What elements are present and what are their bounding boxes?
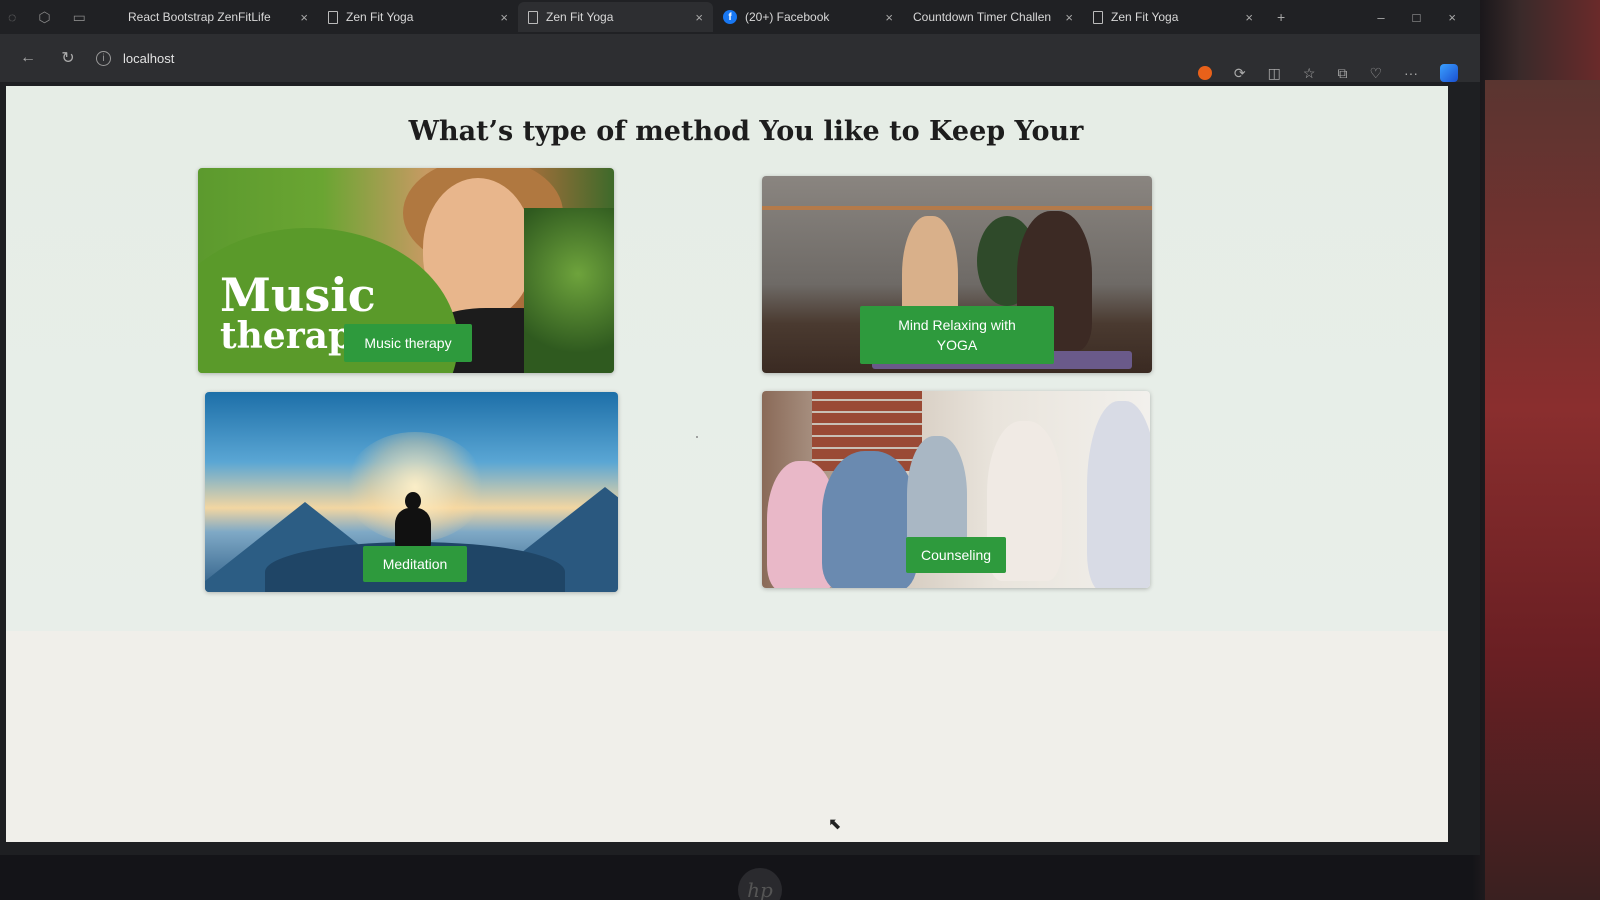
tab-strip: ◌ ⬡ ▭ React Bootstrap ZenFitLife × Zen F… [0, 0, 1480, 34]
meditation-card[interactable]: Meditation [205, 392, 618, 592]
refresh-extension-icon[interactable]: ⟳ [1234, 65, 1246, 82]
tab-countdown-timer[interactable]: Countdown Timer Challen × [903, 2, 1083, 32]
yoga-image-barre [762, 206, 1152, 210]
yoga-label[interactable]: Mind Relaxing with YOGA [860, 306, 1054, 364]
close-icon[interactable]: × [695, 10, 703, 25]
tab-title: Countdown Timer Challen [913, 10, 1052, 24]
close-icon[interactable]: × [1245, 10, 1253, 25]
music-therapy-label[interactable]: Music therapy [344, 324, 472, 362]
close-icon[interactable]: × [885, 10, 893, 25]
tab-zen-fit-yoga-2[interactable]: Zen Fit Yoga × [1083, 2, 1263, 32]
back-button[interactable]: ← [8, 49, 48, 67]
toolbar-actions: ⟳ ◫ ☆ ⧉ ♡ ··· [1197, 64, 1472, 82]
page-icon [528, 10, 538, 24]
music-therapy-card[interactable]: Music therapy Music therapy [198, 168, 614, 373]
close-icon[interactable]: × [300, 10, 308, 25]
tab-zen-fit-yoga-active[interactable]: Zen Fit Yoga × [518, 2, 713, 32]
music-image-text-line1: Music [220, 268, 376, 322]
meditation-image-silhouette [395, 508, 431, 548]
browser-essentials-icon[interactable]: ♡ [1369, 65, 1382, 82]
counseling-card[interactable]: Counseling [762, 391, 1150, 588]
counseling-label[interactable]: Counseling [906, 537, 1006, 573]
tab-title: Zen Fit Yoga [546, 10, 614, 24]
tab-react-bootstrap[interactable]: React Bootstrap ZenFitLife × [118, 2, 318, 32]
tab-title: Zen Fit Yoga [1111, 10, 1179, 24]
window-controls: – □ × [1377, 10, 1480, 25]
extension-icon[interactable] [1197, 66, 1212, 80]
window-icons: ◌ ⬡ ▭ [0, 9, 118, 26]
close-icon[interactable]: × [1065, 10, 1073, 25]
favorites-icon[interactable]: ☆ [1303, 65, 1316, 82]
tab-zen-fit-yoga-1[interactable]: Zen Fit Yoga × [318, 2, 518, 32]
page-icon [328, 10, 338, 24]
address-text: localhost [123, 50, 175, 66]
collections-icon[interactable]: ⧉ [1337, 65, 1347, 82]
close-window-button[interactable]: × [1448, 10, 1456, 25]
reload-button[interactable]: ↻ [48, 48, 88, 68]
tab-title: React Bootstrap ZenFitLife [128, 10, 271, 24]
counseling-image-person [1087, 401, 1150, 588]
info-icon[interactable]: i [96, 50, 111, 66]
music-image-leaves [524, 208, 614, 373]
page-title: What’s type of method You like to Keep Y… [408, 116, 1084, 147]
page-viewport: What’s type of method You like to Keep Y… [6, 86, 1448, 842]
new-tab-button[interactable]: + [1263, 9, 1285, 25]
tab-facebook[interactable]: f (20+) Facebook × [713, 2, 903, 32]
footer-area [6, 631, 1448, 842]
workspaces-icon[interactable]: ⬡ [38, 9, 50, 26]
background-fabric [1485, 80, 1600, 900]
split-screen-icon[interactable]: ◫ [1268, 65, 1281, 82]
address-bar[interactable]: i localhost [96, 44, 174, 72]
maximize-button[interactable]: □ [1413, 10, 1421, 25]
copilot-icon[interactable] [1440, 64, 1458, 82]
facebook-icon: f [723, 10, 737, 24]
browser-toolbar: ← ↻ i localhost ⟳ ◫ ☆ ⧉ ♡ ··· [0, 34, 1480, 82]
tab-title: Zen Fit Yoga [346, 10, 414, 24]
mouse-cursor-icon: ⬉ [828, 816, 842, 833]
browser-window: ◌ ⬡ ▭ React Bootstrap ZenFitLife × Zen F… [0, 0, 1480, 855]
stray-dot [696, 436, 698, 438]
tab-title: (20+) Facebook [745, 10, 830, 24]
counseling-image-person [822, 451, 917, 588]
more-icon[interactable]: ··· [1404, 65, 1418, 81]
yoga-card[interactable]: Mind Relaxing with YOGA [762, 176, 1152, 373]
tab-actions-icon[interactable]: ▭ [73, 9, 86, 26]
meditation-label[interactable]: Meditation [363, 546, 467, 582]
page-icon [1093, 10, 1103, 24]
close-icon[interactable]: × [500, 10, 508, 25]
minimize-button[interactable]: – [1377, 10, 1384, 25]
profile-icon[interactable]: ◌ [8, 9, 16, 26]
